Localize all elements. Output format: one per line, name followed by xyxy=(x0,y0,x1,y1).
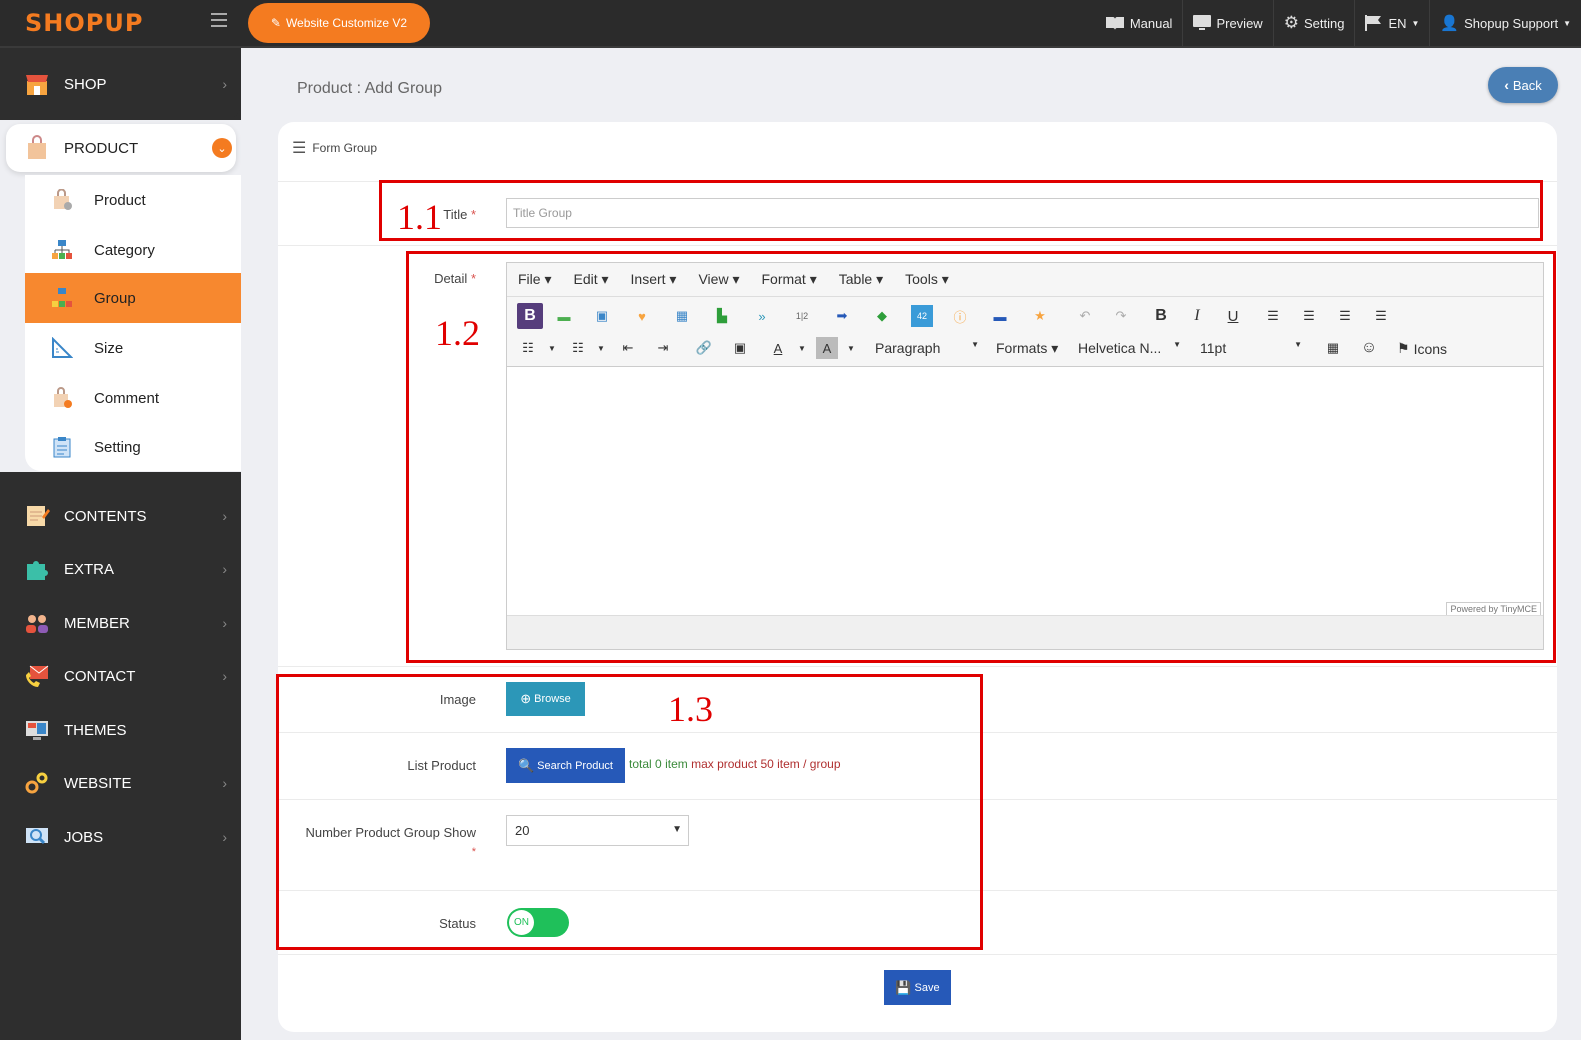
members-icon xyxy=(26,615,48,633)
annotation-label-1-1: 1.1 xyxy=(397,197,442,237)
sidebar-sub-comment[interactable]: Comment xyxy=(25,373,241,423)
puzzle-icon xyxy=(27,561,48,580)
manual-link[interactable]: Manual xyxy=(1095,0,1183,46)
product-bag-icon xyxy=(54,189,72,210)
sidebar-item-jobs[interactable]: JOBS › xyxy=(0,810,241,864)
top-nav: Manual Preview ⚙ Setting EN ▼ 👤 Shopup S… xyxy=(1095,0,1581,46)
save-icon: 💾 xyxy=(895,979,912,995)
annotation-box-fields xyxy=(276,674,983,950)
shopup-logo[interactable]: SHOPUP xyxy=(25,9,143,37)
gears-icon xyxy=(25,772,48,794)
shop-icon xyxy=(26,75,48,95)
sidebar-item-themes[interactable]: THEMES xyxy=(0,703,241,757)
website-customize-button[interactable]: ✎ Website Customize V2 xyxy=(248,3,430,43)
chevron-right-icon: › xyxy=(222,76,227,92)
preview-link[interactable]: Preview xyxy=(1182,0,1272,46)
chevron-right-icon: › xyxy=(222,668,227,684)
comment-bag-icon xyxy=(54,387,72,408)
sidebar-sub-product[interactable]: Product xyxy=(25,175,241,225)
sidebar-item-contents[interactable]: CONTENTS › xyxy=(0,489,241,543)
book-icon xyxy=(1105,17,1124,30)
sidebar-item-contact[interactable]: CONTACT › xyxy=(0,649,241,703)
chevron-right-icon: › xyxy=(222,561,227,577)
sidebar-item-shop[interactable]: SHOP › xyxy=(0,48,241,120)
category-icon xyxy=(52,240,72,259)
gear-icon: ⚙ xyxy=(1283,13,1299,32)
sidebar-sub-category[interactable]: Category xyxy=(25,225,241,275)
user-dropdown[interactable]: 👤 Shopup Support ▼ xyxy=(1429,0,1581,46)
contact-icon xyxy=(26,665,49,687)
annotation-label-1-2: 1.2 xyxy=(435,313,480,353)
clipboard-icon xyxy=(53,437,71,458)
annotation-box-detail xyxy=(406,251,1556,663)
page-title: Product : Add Group xyxy=(297,80,442,97)
divider xyxy=(278,954,1557,955)
menu-toggle-icon[interactable] xyxy=(211,13,227,27)
themes-icon xyxy=(26,721,48,740)
annotation-box-title xyxy=(379,180,1543,241)
ruler-icon xyxy=(52,337,73,358)
list-icon: ☰ xyxy=(292,140,307,157)
sidebar-item-website[interactable]: WEBSITE › xyxy=(0,756,241,810)
shopping-bag-icon xyxy=(28,135,46,159)
group-icon xyxy=(52,288,72,307)
chevron-right-icon: › xyxy=(222,508,227,524)
sidebar-sub-group[interactable]: Group xyxy=(25,273,241,323)
language-dropdown[interactable]: EN ▼ xyxy=(1354,0,1429,46)
back-button[interactable]: ‹ Back xyxy=(1488,67,1558,103)
chevron-down-icon: ⌄ xyxy=(212,138,232,158)
monitor-icon xyxy=(1193,15,1212,30)
sidebar-sub-size[interactable]: Size xyxy=(25,323,241,373)
divider xyxy=(278,245,1557,246)
sidebar-item-extra[interactable]: EXTRA › xyxy=(0,542,241,596)
flag-icon xyxy=(1365,15,1382,31)
chevron-right-icon: › xyxy=(222,829,227,845)
caret-down-icon: ▼ xyxy=(1563,18,1571,28)
save-button[interactable]: 💾 Save xyxy=(884,970,951,1005)
magic-wand-icon: ✎ xyxy=(270,16,281,30)
jobs-icon xyxy=(26,828,48,845)
top-bar: SHOPUP ✎ Website Customize V2 Manual Pre… xyxy=(0,0,1581,48)
divider xyxy=(278,666,1557,667)
caret-down-icon: ▼ xyxy=(1411,18,1420,28)
sidebar-sub-setting[interactable]: Setting xyxy=(25,423,241,471)
setting-link[interactable]: ⚙ Setting xyxy=(1272,0,1355,46)
chevron-right-icon: › xyxy=(222,775,227,791)
chevron-left-icon: ‹ xyxy=(1504,77,1509,93)
sidebar-item-product[interactable]: PRODUCT ⌄ xyxy=(6,124,236,172)
form-heading: ☰ Form Group xyxy=(292,140,378,157)
contents-icon xyxy=(27,506,50,526)
annotation-label-1-3: 1.3 xyxy=(668,689,713,729)
sidebar-item-member[interactable]: MEMBER › xyxy=(0,596,241,650)
chevron-right-icon: › xyxy=(222,615,227,631)
user-icon: 👤 xyxy=(1440,15,1460,32)
